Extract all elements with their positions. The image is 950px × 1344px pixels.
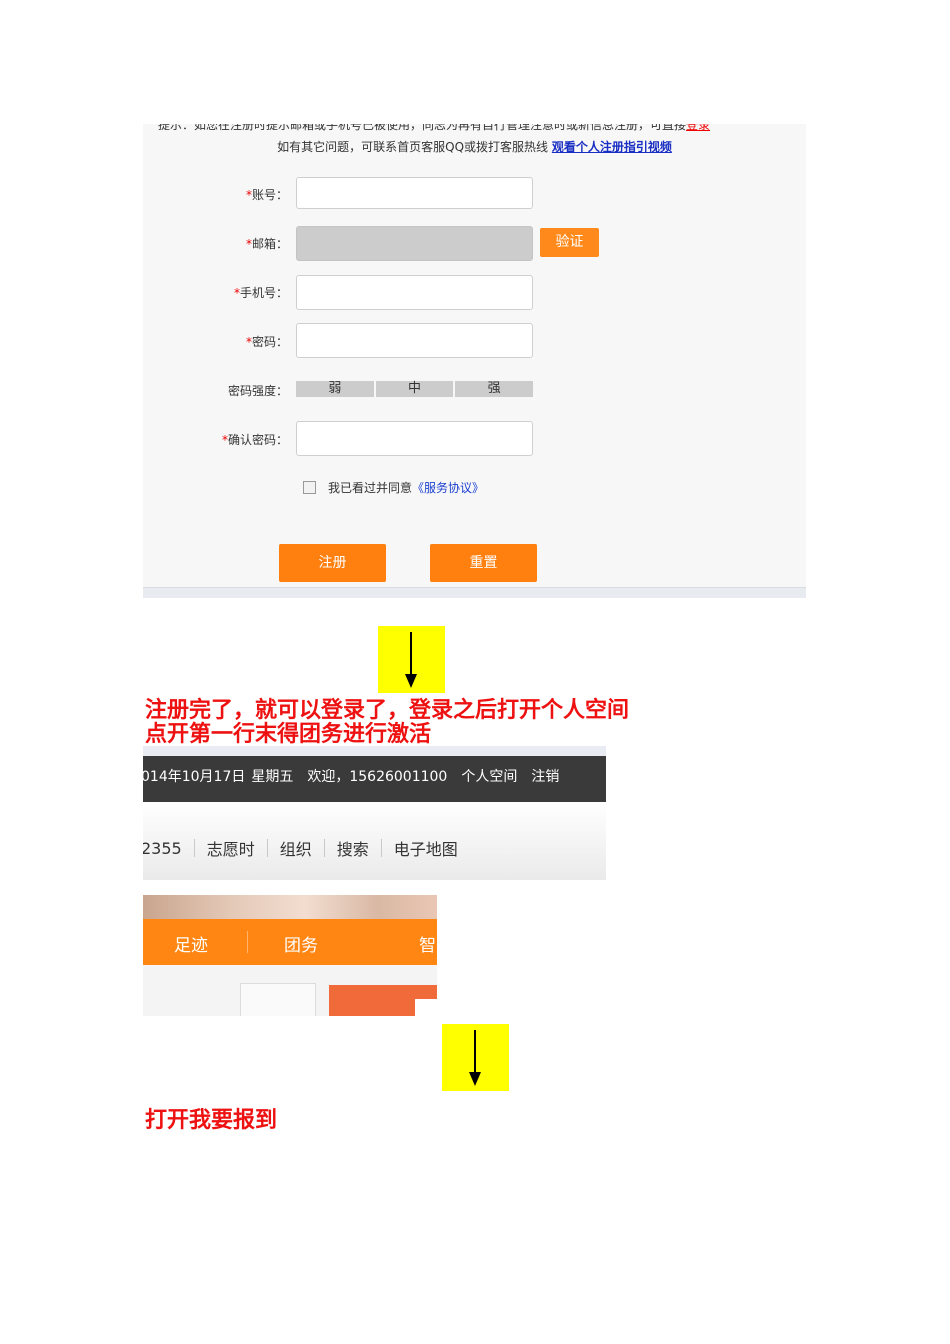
- nav-item-partial[interactable]: 智: [419, 931, 436, 956]
- down-arrow-icon: [378, 626, 445, 693]
- strength-strong: 强: [455, 381, 534, 397]
- password-input[interactable]: [296, 323, 533, 358]
- nav-item-number[interactable]: 2355: [143, 839, 182, 858]
- agreement-row: 我已看过并同意 《服务协议》: [303, 479, 484, 496]
- personal-space-nav-screenshot: 足迹 团务 智: [143, 895, 437, 1016]
- nav-item-organization[interactable]: 组织: [280, 836, 312, 860]
- service-agreement-link[interactable]: 《服务协议》: [412, 479, 484, 496]
- banner-photo: [143, 895, 437, 919]
- login-link[interactable]: 登录: [686, 124, 710, 132]
- notice-text: 如有其它问题，可联系首页客服QQ或拨打客服热线: [277, 140, 549, 154]
- strength-weak: 弱: [296, 381, 374, 397]
- account-label: *账号：: [245, 188, 288, 202]
- personal-space-link[interactable]: 个人空间: [461, 769, 517, 785]
- confirm-password-input[interactable]: [296, 421, 533, 456]
- phone-label: *手机号：: [233, 286, 288, 300]
- nav-item-map[interactable]: 电子地图: [394, 836, 458, 860]
- notice-line: 如有其它问题，可联系首页客服QQ或拨打客服热线 观看个人注册指引视频: [143, 138, 806, 155]
- password-strength-meter: 弱 中 强: [296, 381, 534, 397]
- notice-cut-line: 提示：如您在注册时提示邮箱或手机号已被使用，同志为再有自行管理注意时或新信息注册…: [158, 124, 806, 133]
- main-nav: 2355 志愿时 组织 搜索 电子地图: [143, 802, 606, 880]
- phone-input[interactable]: [296, 275, 533, 310]
- nav-item-footprint[interactable]: 足迹: [174, 931, 208, 956]
- agree-checkbox[interactable]: [303, 481, 316, 494]
- email-label: *邮箱：: [245, 237, 288, 251]
- panel-bottom-strip: [143, 587, 806, 598]
- weekday-text: 星期五: [251, 769, 294, 785]
- date-text: 014年10月17日: [143, 769, 246, 785]
- nav-item-volunteer-hours[interactable]: 志愿时: [207, 836, 255, 860]
- verify-button[interactable]: 验证: [540, 228, 599, 257]
- step1-caption-line2: 点开第一行末得团务进行激活: [145, 721, 432, 747]
- site-header-screenshot: 014年10月17日 星期五 欢迎，15626001100 个人空间 注销 2355 志…: [143, 746, 606, 880]
- account-input[interactable]: [296, 177, 533, 209]
- down-arrow-icon: [442, 1024, 509, 1091]
- guide-video-link[interactable]: 观看个人注册指引视频: [552, 140, 672, 154]
- confirm-password-label: *确认密码：: [221, 433, 288, 447]
- nav-item-search[interactable]: 搜索: [337, 836, 369, 860]
- strength-medium: 中: [375, 381, 454, 397]
- agree-text: 我已看过并同意: [328, 481, 413, 495]
- step2-caption: 打开我要报到: [145, 1107, 278, 1133]
- content-card-orange: [329, 985, 437, 1016]
- password-label: *密码：: [245, 335, 288, 349]
- top-info-bar: 014年10月17日 星期五 欢迎，15626001100 个人空间 注销: [143, 756, 606, 802]
- email-input[interactable]: [296, 226, 533, 261]
- orange-nav-bar: 足迹 团务 智: [143, 919, 437, 965]
- content-card: [240, 983, 316, 1016]
- step1-caption-line1: 注册完了，就可以登录了，登录之后打开个人空间: [145, 697, 630, 723]
- register-button[interactable]: 注册: [279, 544, 386, 582]
- nav-item-league-affairs[interactable]: 团务: [284, 931, 318, 956]
- welcome-text: 欢迎，15626001100: [307, 769, 448, 785]
- registration-form-screenshot: 提示：如您在注册时提示邮箱或手机号已被使用，同志为再有自行管理注意时或新信息注册…: [143, 124, 806, 598]
- reset-button[interactable]: 重置: [430, 544, 537, 582]
- logout-link[interactable]: 注销: [531, 769, 559, 785]
- strength-label: 密码强度：: [227, 384, 288, 398]
